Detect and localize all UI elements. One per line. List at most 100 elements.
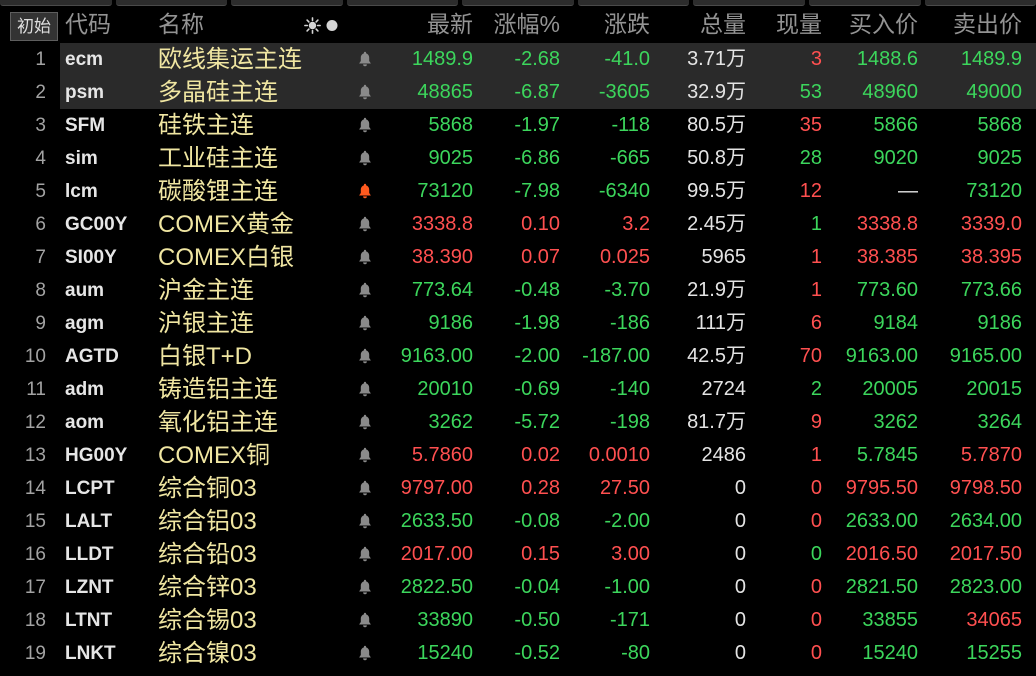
change-amount: -665 [609, 147, 650, 169]
last-price: 9163.00 [400, 345, 473, 367]
quote-row[interactable]: 15 LALT 综合铝03 2633.50 -0.08 -2.00 0 0 2633.00 263… [0, 505, 1036, 538]
column-header-current-volume[interactable]: 现量 [754, 6, 822, 43]
quote-row[interactable]: 17 LZNT 综合锌03 2822.50 -0.04 -1.00 0 0 2821.50 282… [0, 571, 1036, 604]
contract-name: 综合铜03 [158, 475, 257, 502]
column-header-change[interactable]: 涨跌 [563, 6, 650, 43]
change-percent: -7.98 [514, 180, 560, 202]
header-icons[interactable] [304, 17, 340, 34]
change-amount: -3605 [598, 81, 650, 103]
quote-row[interactable]: 14 LCPT 综合铜03 9797.00 0.28 27.50 0 0 9795.50 9798… [0, 472, 1036, 505]
ask-price: 2017.50 [949, 543, 1022, 565]
current-volume: 0 [810, 477, 822, 499]
bell-icon[interactable] [358, 414, 372, 431]
contract-name: 欧线集运主连 [158, 46, 302, 73]
current-volume: 1 [810, 444, 822, 466]
row-index: 3 [35, 115, 46, 136]
ask-price: 2634.00 [949, 510, 1022, 532]
change-amount: 0.025 [599, 246, 650, 268]
column-header-change-percent[interactable]: 涨幅% [476, 6, 560, 43]
quote-row[interactable]: 8 aum 沪金主连 773.64 -0.48 -3.70 21.9万 1 773.60 773.… [0, 274, 1036, 307]
column-header-bid[interactable]: 买入价 [826, 6, 918, 43]
last-price: 773.64 [411, 279, 473, 301]
quote-row[interactable]: 10 AGTD 白银T+D 9163.00 -2.00 -187.00 42.5万 70 916… [0, 340, 1036, 373]
bid-price: 9795.50 [845, 477, 918, 499]
bid-price: 9163.00 [845, 345, 918, 367]
bell-icon[interactable] [358, 579, 372, 596]
quote-row[interactable]: 19 LNKT 综合镍03 15240 -0.52 -80 0 0 15240 15255 [0, 637, 1036, 670]
contract-name: 氧化铝主连 [158, 409, 278, 436]
total-volume: 0 [734, 543, 746, 565]
change-amount: -187.00 [582, 345, 650, 367]
quote-row[interactable]: 13 HG00Y COMEX铜 5.7860 0.02 0.0010 2486 1 5.7845… [0, 439, 1036, 472]
bell-icon[interactable] [358, 216, 372, 233]
sun-icon[interactable] [304, 17, 322, 34]
contract-name: 硅铁主连 [158, 112, 254, 139]
total-volume: 3.71万 [687, 48, 746, 70]
bell-icon[interactable] [358, 480, 372, 497]
current-volume: 3 [810, 48, 822, 70]
current-volume: 6 [810, 312, 822, 334]
last-price: 15240 [417, 642, 473, 664]
last-price: 3262 [428, 411, 474, 433]
quote-row[interactable]: 9 agm 沪银主连 9186 -1.98 -186 111万 6 9184 9186 [0, 307, 1036, 340]
reset-button[interactable]: 初始 [10, 12, 58, 41]
quote-row[interactable]: 12 aom 氧化铝主连 3262 -5.72 -198 81.7万 9 3262 3264 [0, 406, 1036, 439]
column-header-name[interactable]: 名称 [158, 6, 204, 43]
ask-price: 73120 [966, 180, 1022, 202]
change-percent: -0.08 [514, 510, 560, 532]
quote-row[interactable]: 3 SFM 硅铁主连 5868 -1.97 -118 80.5万 35 5866 5868 [0, 109, 1036, 142]
change-percent: -2.68 [514, 48, 560, 70]
last-price: 9025 [428, 147, 474, 169]
quote-row[interactable]: 16 LLDT 综合铅03 2017.00 0.15 3.00 0 0 2016.50 2017.… [0, 538, 1036, 571]
quote-row[interactable]: 2 psm 多晶硅主连 48865 -6.87 -3605 32.9万 53 48960 4900… [0, 76, 1036, 109]
bell-icon[interactable] [358, 249, 372, 266]
bid-price: 3262 [873, 411, 919, 433]
bell-icon[interactable] [358, 315, 372, 332]
bell-icon[interactable] [358, 645, 372, 662]
contract-name: 白银T+D [158, 343, 253, 370]
total-volume: 42.5万 [687, 345, 746, 367]
bell-icon[interactable] [358, 513, 372, 530]
bell-icon[interactable] [358, 282, 372, 299]
bell-icon[interactable] [358, 117, 372, 134]
quote-row[interactable]: 18 LTNT 综合锡03 33890 -0.50 -171 0 0 33855 34065 [0, 604, 1036, 637]
bell-icon[interactable] [358, 348, 372, 365]
bell-icon[interactable] [358, 612, 372, 629]
row-index: 15 [24, 511, 46, 532]
contract-name: 多晶硅主连 [158, 79, 278, 106]
quote-row[interactable]: 1 ecm 欧线集运主连 1489.9 -2.68 -41.0 3.71万 3 1488.6 14… [0, 43, 1036, 76]
bid-price: 38.385 [856, 246, 918, 268]
last-price: 20010 [417, 378, 473, 400]
bell-icon[interactable] [358, 447, 372, 464]
row-index: 7 [35, 247, 46, 268]
bid-price: 20005 [862, 378, 918, 400]
quote-row[interactable]: 5 lcm 碳酸锂主连 73120 -7.98 -6340 99.5万 12 — 73120 [0, 175, 1036, 208]
quote-row[interactable]: 7 SI00Y COMEX白银 38.390 0.07 0.025 5965 1 38.385 3… [0, 241, 1036, 274]
contract-name: 综合锌03 [158, 574, 257, 601]
bell-icon[interactable] [358, 51, 372, 68]
change-percent: 0.28 [521, 477, 560, 499]
bell-icon[interactable] [358, 183, 372, 200]
quote-row[interactable]: 11 adm 铸造铝主连 20010 -0.69 -140 2724 2 20005 20015 [0, 373, 1036, 406]
total-volume: 99.5万 [687, 180, 746, 202]
change-percent: -0.69 [514, 378, 560, 400]
bell-icon[interactable] [358, 546, 372, 563]
column-header-ask[interactable]: 卖出价 [924, 6, 1022, 43]
column-header-last[interactable]: 最新 [388, 6, 473, 43]
ask-price: 1489.9 [960, 48, 1022, 70]
quote-row[interactable]: 6 GC00Y COMEX黄金 3338.8 0.10 3.2 2.45万 1 3338.8 33… [0, 208, 1036, 241]
bell-icon[interactable] [358, 84, 372, 101]
bid-price: 1488.6 [856, 48, 918, 70]
row-index: 14 [24, 478, 46, 499]
bell-icon[interactable] [358, 381, 372, 398]
last-price: 33890 [417, 609, 473, 631]
column-header-volume[interactable]: 总量 [654, 6, 746, 43]
contract-name: 综合铅03 [158, 541, 257, 568]
bell-icon[interactable] [358, 150, 372, 167]
column-header-code[interactable]: 代码 [65, 6, 111, 43]
quote-row[interactable]: 4 sim 工业硅主连 9025 -6.86 -665 50.8万 28 9020 9025 [0, 142, 1036, 175]
current-volume: 12 [799, 180, 822, 202]
dot-icon[interactable] [325, 17, 339, 33]
change-percent: -1.97 [514, 114, 560, 136]
total-volume: 0 [734, 510, 746, 532]
